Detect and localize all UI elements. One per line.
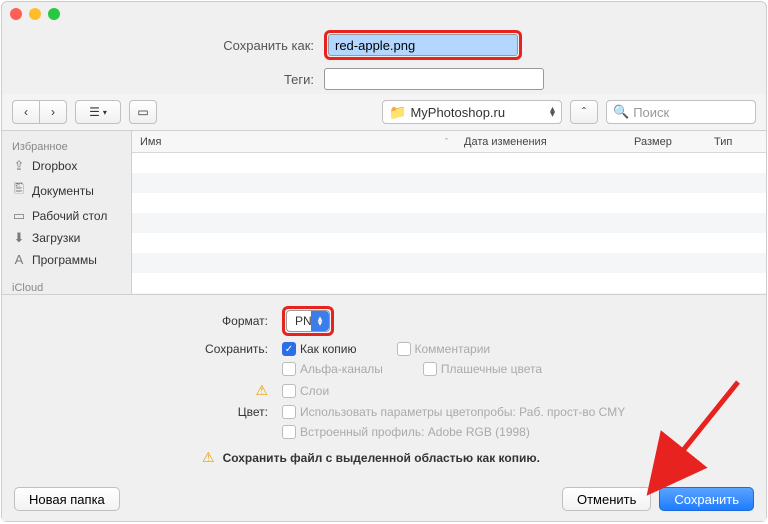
- sidebar-favorites-header: Избранное: [2, 137, 131, 155]
- column-date[interactable]: Дата изменения: [456, 136, 626, 148]
- checkbox-color-proof: Использовать параметры цветопробы: Раб. …: [282, 405, 625, 419]
- cancel-button[interactable]: Отменить: [562, 487, 651, 511]
- sidebar-item-desktop[interactable]: ▭Рабочий стол: [2, 205, 131, 227]
- folder-icon: 📁: [389, 104, 406, 121]
- sidebar: Избранное ⇪Dropbox 🖺Документы ▭Рабочий с…: [2, 131, 132, 294]
- filename-highlight: [324, 30, 522, 60]
- applications-icon: A: [12, 252, 26, 267]
- sort-asc-icon: ˆ: [445, 137, 448, 147]
- path-selector[interactable]: 📁 MyPhotoshop.ru ▴▾: [382, 100, 562, 124]
- format-highlight: PNG ▴▾: [282, 306, 334, 336]
- checkbox-embed-profile: Встроенный профиль: Adobe RGB (1998): [282, 425, 530, 439]
- save-options-label: Сохранить:: [14, 342, 274, 356]
- format-label: Формат:: [14, 314, 274, 328]
- checkbox-spot: Плашечные цвета: [423, 362, 542, 376]
- tags-input[interactable]: [324, 68, 544, 90]
- chevron-updown-icon: ▴▾: [311, 311, 329, 331]
- sidebar-icloud-header: iCloud: [2, 278, 131, 294]
- view-mode-button[interactable]: ☰ ▾: [75, 100, 121, 124]
- back-button[interactable]: ‹: [12, 100, 40, 124]
- close-window-button[interactable]: [10, 8, 22, 20]
- sidebar-item-documents[interactable]: 🖺Документы: [2, 177, 131, 205]
- save-button[interactable]: Сохранить: [659, 487, 754, 511]
- checkbox-as-copy[interactable]: ✓Как копию: [282, 342, 357, 356]
- search-field[interactable]: 🔍 Поиск: [606, 100, 756, 124]
- tags-label: Теги:: [14, 72, 318, 87]
- titlebar: [2, 2, 766, 26]
- sidebar-item-applications[interactable]: AПрограммы: [2, 249, 131, 270]
- sidebar-item-dropbox[interactable]: ⇪Dropbox: [2, 155, 131, 177]
- warning-icon: ⚠: [255, 382, 268, 399]
- format-select[interactable]: PNG ▴▾: [286, 310, 330, 332]
- forward-button[interactable]: ›: [39, 100, 67, 124]
- sidebar-item-downloads[interactable]: ⬇Загрузки: [2, 227, 131, 249]
- notice-text: Сохранить файл с выделенной областью как…: [223, 451, 540, 465]
- downloads-icon: ⬇: [12, 230, 26, 246]
- column-size[interactable]: Размер: [626, 136, 706, 148]
- color-label: Цвет:: [14, 405, 274, 419]
- checkbox-layers: Слои: [282, 384, 329, 398]
- group-button[interactable]: ▭: [129, 100, 157, 124]
- desktop-icon: ▭: [12, 208, 26, 224]
- minimize-window-button[interactable]: [29, 8, 41, 20]
- column-name[interactable]: Имяˆ: [132, 136, 456, 148]
- save-as-label: Сохранить как:: [14, 38, 318, 53]
- checkbox-comments: Комментарии: [397, 342, 491, 356]
- warning-icon: ⚠: [202, 449, 215, 466]
- checkbox-alpha: Альфа-каналы: [282, 362, 383, 376]
- new-folder-button[interactable]: Новая папка: [14, 487, 120, 511]
- folder-icon: ▭: [137, 105, 148, 119]
- file-list: Имяˆ Дата изменения Размер Тип: [132, 131, 766, 294]
- documents-icon: 🖺: [12, 180, 26, 202]
- dropbox-icon: ⇪: [12, 158, 26, 174]
- filename-input[interactable]: [328, 34, 518, 56]
- maximize-window-button[interactable]: [48, 8, 60, 20]
- nav-back-forward: ‹ ›: [12, 100, 67, 124]
- search-placeholder: Поиск: [633, 105, 669, 120]
- chevron-updown-icon: ▴▾: [550, 107, 555, 117]
- collapse-button[interactable]: ˆ: [570, 100, 598, 124]
- search-icon: 🔍: [613, 104, 629, 120]
- file-rows[interactable]: [132, 153, 766, 294]
- column-type[interactable]: Тип: [706, 136, 766, 148]
- path-label: MyPhotoshop.ru: [410, 105, 505, 120]
